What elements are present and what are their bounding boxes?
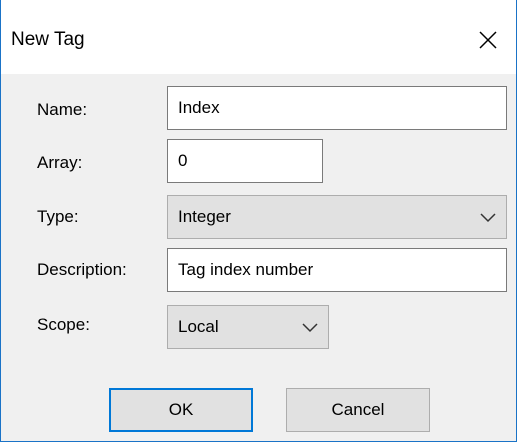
type-select-value: Integer (178, 207, 231, 226)
close-icon (479, 31, 497, 49)
scope-select[interactable]: Local (167, 305, 329, 349)
type-select[interactable]: Integer (167, 195, 507, 239)
chevron-down-icon (480, 213, 496, 223)
scope-select-value: Local (178, 317, 219, 336)
close-button[interactable] (468, 20, 508, 60)
dialog-title: New Tag (11, 29, 85, 50)
ok-button[interactable]: OK (109, 388, 253, 432)
name-label: Name: (37, 100, 88, 119)
title-bar: New Tag (1, 0, 516, 74)
chevron-down-icon (302, 323, 318, 333)
description-input[interactable]: Tag index number (167, 248, 507, 292)
scope-label: Scope: (37, 315, 90, 334)
description-label: Description: (37, 260, 127, 279)
name-input[interactable]: Index (167, 86, 507, 130)
new-tag-dialog: New Tag Name: Index Array: 0 Type: Integ… (0, 0, 517, 442)
array-input[interactable]: 0 (167, 139, 323, 183)
type-label: Type: (37, 207, 79, 226)
array-label: Array: (37, 153, 83, 172)
cancel-button[interactable]: Cancel (286, 388, 430, 432)
